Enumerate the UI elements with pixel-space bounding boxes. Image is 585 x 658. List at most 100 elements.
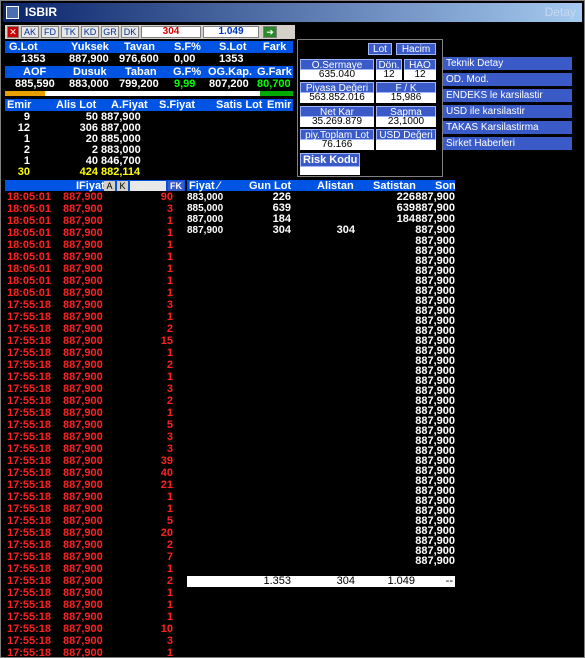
trade-price: 887,900 <box>63 539 103 551</box>
trade-quantity: 20 <box>160 527 173 539</box>
trade-time: 17:55:18 <box>7 347 52 359</box>
trade-time: 17:55:18 <box>7 551 52 563</box>
trade-time: 17:55:18 <box>7 443 52 455</box>
trade-price: 887,900 <box>63 335 103 347</box>
toolbar-btn-fd[interactable]: FD <box>41 26 59 38</box>
value-sf: 0,00 <box>174 53 196 65</box>
toolbar: ✕ AK FD TK KD GR DK 304 1.049 ➜ <box>5 25 295 39</box>
trade-price: 887,900 <box>63 647 103 658</box>
depth-row-lot: 20 <box>85 133 98 145</box>
window-icon <box>6 6 19 19</box>
trade-time: 18:05:01 <box>7 227 52 239</box>
trades-sort-a-button[interactable]: A <box>104 181 115 191</box>
trade-time: 18:05:01 <box>7 215 52 227</box>
trade-time: 18:05:01 <box>7 239 52 251</box>
trade-time: 17:55:18 <box>7 647 52 658</box>
scrollbar-track[interactable] <box>572 23 584 657</box>
trade-quantity: 1 <box>166 371 173 383</box>
trade-price: 887,900 <box>63 395 103 407</box>
trade-quantity: 40 <box>160 467 173 479</box>
value-tavan: 976,600 <box>119 53 159 65</box>
trade-quantity: 5 <box>166 419 173 431</box>
value-gf: 9,99 <box>174 78 196 90</box>
trade-quantity: 15 <box>160 335 173 347</box>
trade-quantity: 2 <box>166 323 173 335</box>
trade-price: 887,900 <box>63 215 103 227</box>
lot-button[interactable]: Lot <box>368 43 392 55</box>
book-row-fiyat: 885,000 <box>187 203 224 214</box>
trade-time: 17:55:18 <box>7 407 52 419</box>
close-icon[interactable]: ✕ <box>7 26 19 38</box>
toolbar-btn-ak[interactable]: AK <box>21 26 39 38</box>
sapma-value: 23,1000 <box>376 117 436 127</box>
trade-quantity: 1 <box>166 275 173 287</box>
trades-fk-button[interactable]: FK <box>168 181 184 191</box>
trade-price: 887,900 <box>63 239 103 251</box>
toolbar-value-blue: 1.049 <box>203 26 259 38</box>
trade-time: 17:55:18 <box>7 419 52 431</box>
header-ogkap: OG.Kap. <box>208 66 253 78</box>
depth-header-emir2: Emir <box>267 99 292 111</box>
book-row-satis: 184 <box>396 213 415 225</box>
trade-time: 17:55:18 <box>7 383 52 395</box>
trade-time: 17:55:18 <box>7 455 52 467</box>
trade-quantity: 1 <box>166 503 173 515</box>
title-bar[interactable]: ISBIR Detay <box>3 3 582 22</box>
trade-price: 887,900 <box>63 251 103 263</box>
trade-price: 887,900 <box>63 587 103 599</box>
toplam-lot-value: 76.166 <box>300 140 374 150</box>
trade-price: 887,900 <box>63 359 103 371</box>
value-aof: 885,590 <box>15 78 55 90</box>
trade-price: 887,900 <box>63 299 103 311</box>
trade-time: 17:55:18 <box>7 623 52 635</box>
trade-quantity: 2 <box>166 359 173 371</box>
depth-header-alislot: Alis Lot <box>56 99 97 111</box>
trade-quantity: 2 <box>166 575 173 587</box>
trade-time: 18:05:01 <box>7 263 52 275</box>
menu-endeks-karsilastir[interactable]: ENDEKS le karsilastir <box>443 89 580 103</box>
trade-price: 887,900 <box>63 263 103 275</box>
value-gfark: 80,700 <box>257 78 291 90</box>
net-kar-value: 35.269.879 <box>300 117 374 127</box>
usd-degeri-button[interactable]: USD Değeri <box>376 129 436 141</box>
trade-quantity: 1 <box>166 407 173 419</box>
header-glot: G.Lot <box>9 41 38 53</box>
toolbar-btn-dk[interactable]: DK <box>121 26 139 38</box>
toolbar-btn-kd[interactable]: KD <box>81 26 99 38</box>
hao-value: 12 <box>404 70 436 80</box>
trade-price: 887,900 <box>63 563 103 575</box>
depth-header-emir: Emir <box>7 99 32 111</box>
hacim-button[interactable]: Hacim <box>396 43 436 55</box>
depth-header-sfiyat: S.Fiyat <box>159 99 196 111</box>
header-tavan: Tavan <box>124 41 155 53</box>
trade-price: 887,900 <box>63 551 103 563</box>
depth-header-afiyat: A.Fiyat <box>111 99 148 111</box>
toolbar-btn-tk[interactable]: TK <box>61 26 79 38</box>
trade-quantity: 1 <box>166 611 173 623</box>
range-bar-segment-high <box>260 91 293 96</box>
toolbar-btn-gr[interactable]: GR <box>101 26 119 38</box>
trade-quantity: 1 <box>166 647 173 658</box>
trades-sort-k-button[interactable]: K <box>117 181 128 191</box>
menu-od-mod[interactable]: OD. Mod. <box>443 73 580 87</box>
don-value: 12 <box>376 70 402 80</box>
arrow-right-icon[interactable]: ➜ <box>263 26 277 38</box>
trades-filter-input[interactable] <box>130 181 166 191</box>
value-ogkap: 807,200 <box>209 78 249 90</box>
trade-time: 17:55:18 <box>7 299 52 311</box>
trade-price: 887,900 <box>63 611 103 623</box>
trade-time: 17:55:18 <box>7 335 52 347</box>
menu-teknik-detay[interactable]: Teknik Detay <box>443 57 580 71</box>
trade-time: 18:05:01 <box>7 203 52 215</box>
trade-price: 887,900 <box>63 599 103 611</box>
trade-time: 17:55:18 <box>7 635 52 647</box>
trade-quantity: 1 <box>166 263 173 275</box>
menu-sirket-haberleri[interactable]: Sirket Haberleri <box>443 137 580 151</box>
trade-quantity: 1 <box>166 239 173 251</box>
trade-quantity: 1 <box>166 587 173 599</box>
trade-time: 17:55:18 <box>7 575 52 587</box>
menu-usd-karsilastir[interactable]: USD ile karsilastir <box>443 105 580 119</box>
value-slot: 1353 <box>219 53 244 65</box>
menu-takas-karsilastirma[interactable]: TAKAS Karsilastirma <box>443 121 580 135</box>
book-row-fiyat: 883,000 <box>187 192 224 203</box>
